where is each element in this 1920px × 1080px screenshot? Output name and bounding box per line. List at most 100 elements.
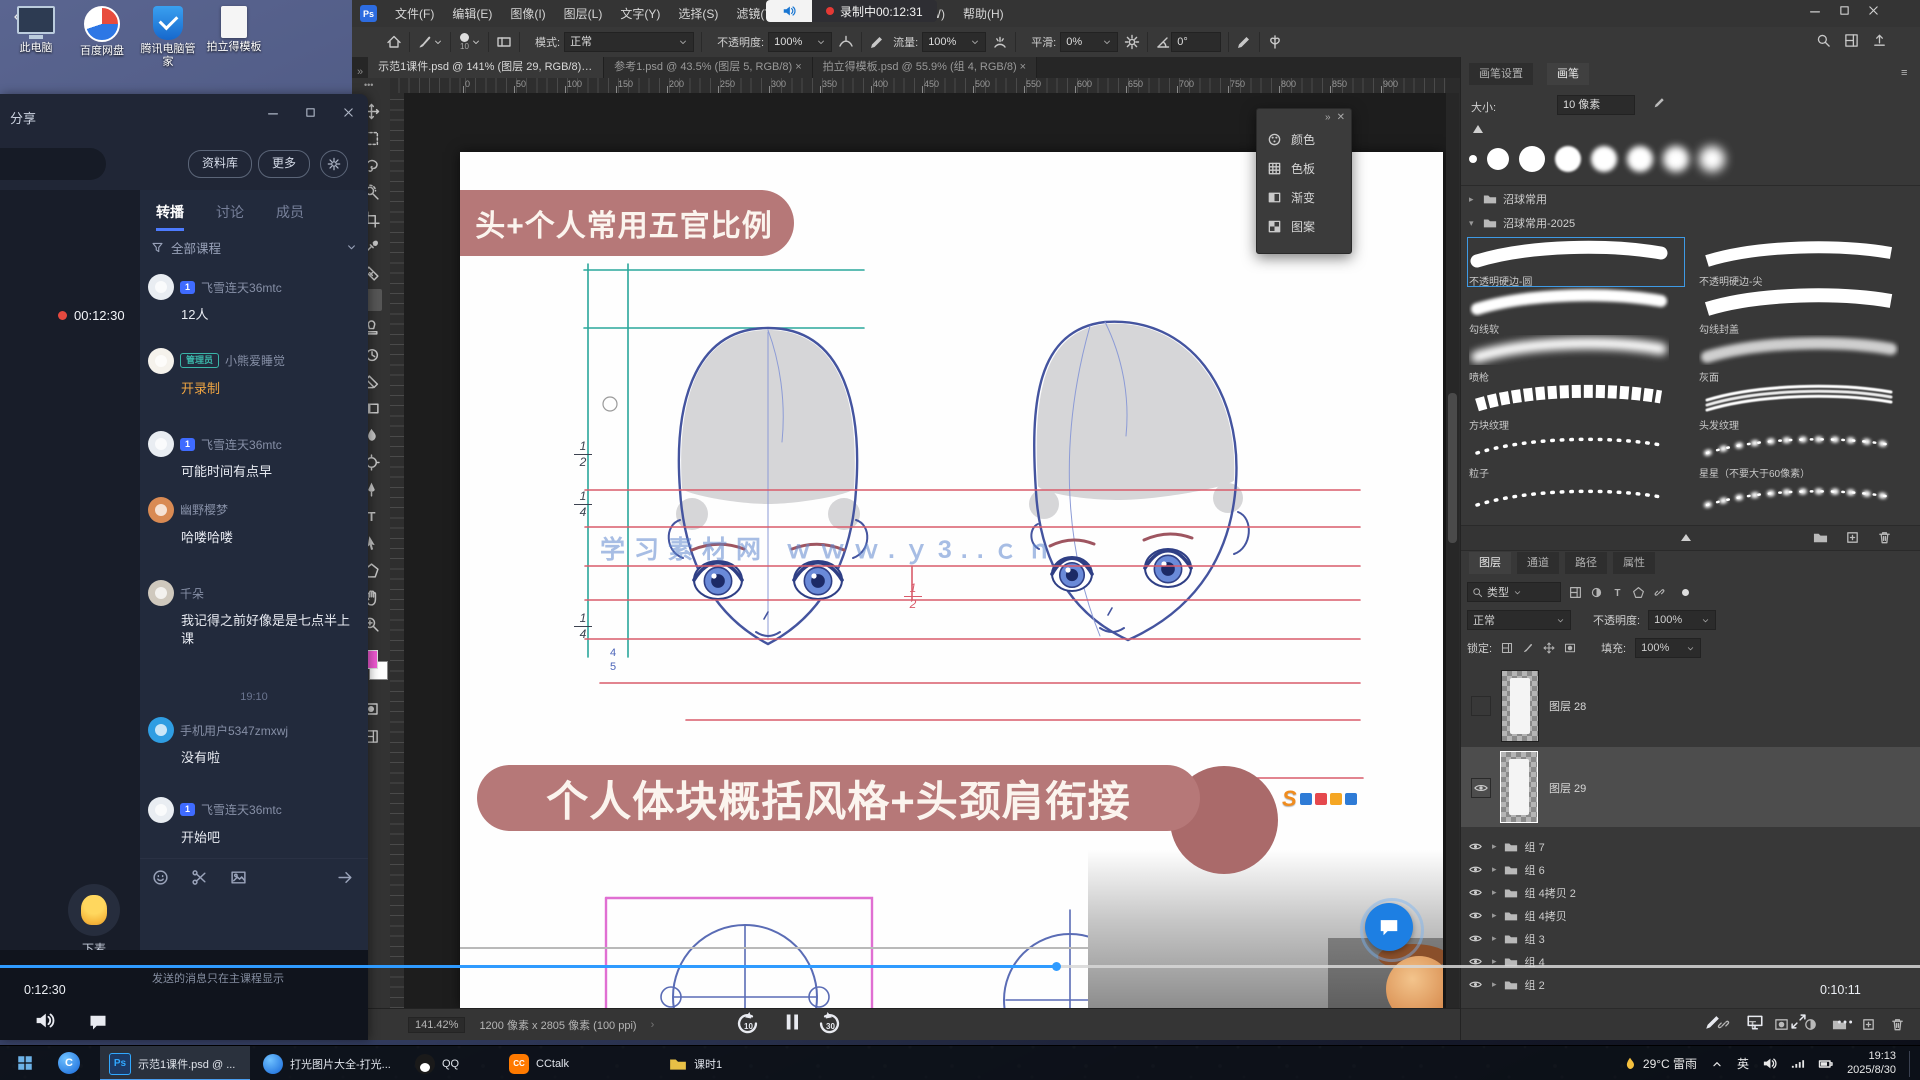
brush-angle-value[interactable]: 0° xyxy=(1171,32,1221,52)
brush-item[interactable]: 勾线封盖 xyxy=(1699,287,1913,333)
chat-toggle-icon[interactable] xyxy=(88,1012,108,1032)
brush-folder[interactable]: ▾沼球常用-2025 xyxy=(1469,215,1575,231)
menu-文件(F)[interactable]: 文件(F) xyxy=(386,1,443,27)
group-arrow-icon[interactable]: ▸ xyxy=(1492,910,1497,921)
group-arrow-icon[interactable]: ▸ xyxy=(1492,933,1497,944)
avatar[interactable] xyxy=(148,580,174,606)
filter-shape-icon[interactable] xyxy=(1632,586,1645,599)
menu-编辑(E)[interactable]: 编辑(E) xyxy=(443,1,501,27)
document-tab[interactable]: 拍立得模板.psd @ 55.9% (组 4, RGB/8) × xyxy=(813,57,1037,78)
smoothing-gear-icon[interactable] xyxy=(1124,34,1140,50)
avatar[interactable] xyxy=(148,274,174,300)
minimize-icon[interactable] xyxy=(1808,4,1822,18)
maximize-icon[interactable] xyxy=(1838,4,1851,18)
layer-filter-dropdown[interactable]: 类型 xyxy=(1467,582,1561,602)
brush-item[interactable]: 不透明硬边-尖 xyxy=(1699,239,1913,285)
network-icon[interactable] xyxy=(1790,1056,1805,1071)
layer-thumbnail[interactable] xyxy=(1501,670,1539,742)
new-layer-icon[interactable] xyxy=(1861,1017,1876,1032)
desktop-icon-this-pc[interactable]: 此电脑 xyxy=(8,6,64,68)
layer-group-row[interactable]: ▸组 3 xyxy=(1469,927,1913,950)
settings-button[interactable] xyxy=(320,150,348,178)
more-button[interactable]: 更多 xyxy=(258,150,310,178)
visibility-toggle[interactable] xyxy=(1471,778,1491,798)
document-tab[interactable]: 示范1课件.psd @ 141% (图层 29, RGB/8) * × xyxy=(368,57,604,78)
weather-widget[interactable]: 29°C 雷雨 xyxy=(1622,1055,1697,1072)
collapse-panel-icon[interactable]: » xyxy=(1325,112,1331,123)
collapse-icon[interactable] xyxy=(1790,1013,1807,1030)
scroll-up-icon[interactable] xyxy=(1681,534,1691,541)
course-filter[interactable]: 全部课程 xyxy=(140,234,368,260)
brush-size-input[interactable]: 10 像素 xyxy=(1557,95,1635,115)
tab-overflow-icon[interactable]: » xyxy=(352,66,368,78)
size-slider-handle[interactable] xyxy=(1473,125,1483,133)
search-icon[interactable] xyxy=(1816,33,1831,48)
clock[interactable]: 19:13 2025/8/30 xyxy=(1847,1050,1896,1078)
brush-item[interactable]: 不透明硬边-圆 xyxy=(1469,239,1683,285)
volume-icon[interactable] xyxy=(34,1010,55,1031)
layer-opacity-dropdown[interactable]: 100% xyxy=(1648,610,1716,630)
brush-item[interactable]: 粒子 xyxy=(1469,431,1683,477)
brush-tip-dot[interactable] xyxy=(1487,148,1509,170)
input-language[interactable]: 英 xyxy=(1737,1055,1749,1072)
layer-row[interactable]: 图层 28 xyxy=(1461,665,1920,745)
brush-item[interactable]: 星星（不要大于60像素） xyxy=(1699,431,1913,477)
avatar[interactable] xyxy=(148,797,174,823)
filter-adjustment-icon[interactable] xyxy=(1590,586,1603,599)
layers-tab-路径[interactable]: 路径 xyxy=(1565,552,1607,574)
chat-tab-成员[interactable]: 成员 xyxy=(276,202,304,228)
battery-icon[interactable] xyxy=(1818,1056,1834,1072)
search-input[interactable] xyxy=(0,148,106,180)
screenshot-scissors-icon[interactable] xyxy=(191,869,208,886)
pause-button[interactable] xyxy=(780,1010,804,1034)
taskbar-item-photoshop[interactable]: Ps示范1课件.psd @ ... xyxy=(100,1046,250,1080)
delete-brush-icon[interactable] xyxy=(1877,530,1892,545)
visibility-toggle[interactable] xyxy=(1469,886,1485,899)
group-arrow-icon[interactable]: ▸ xyxy=(1492,841,1497,852)
volume-icon[interactable] xyxy=(1762,1056,1777,1071)
emoji-icon[interactable] xyxy=(152,869,169,886)
visibility-toggle[interactable] xyxy=(1469,863,1485,876)
workspace-icon[interactable] xyxy=(1844,33,1859,48)
brush-tip-dot[interactable] xyxy=(1519,146,1545,172)
desktop-icon-tencent-pc-manager[interactable]: 腾讯电脑管 家 xyxy=(140,6,196,68)
avatar[interactable] xyxy=(148,497,174,523)
chat-tab-转播[interactable]: 转播 xyxy=(156,202,184,231)
minimize-icon[interactable] xyxy=(266,106,280,120)
send-icon[interactable] xyxy=(337,869,354,886)
brush-preset-icon[interactable] xyxy=(417,34,433,50)
layer-group-row[interactable]: ▸组 4拷贝 2 xyxy=(1469,881,1913,904)
lock-all-icon[interactable] xyxy=(1564,642,1576,654)
visibility-toggle[interactable] xyxy=(1469,909,1485,922)
quark-pinned-icon[interactable]: C xyxy=(58,1052,80,1074)
pip-monitor-icon[interactable] xyxy=(1746,1013,1764,1031)
more-options-icon[interactable] xyxy=(1836,1013,1854,1031)
group-arrow-icon[interactable]: ▸ xyxy=(1492,864,1497,875)
visibility-toggle[interactable] xyxy=(1469,840,1485,853)
visibility-toggle[interactable] xyxy=(1469,932,1485,945)
chat-tab-讨论[interactable]: 讨论 xyxy=(216,202,244,228)
layers-tab-通道[interactable]: 通道 xyxy=(1517,552,1559,574)
size-pressure-icon[interactable] xyxy=(1236,34,1252,50)
edit-brush-icon[interactable] xyxy=(1653,96,1666,109)
group-arrow-icon[interactable]: ▸ xyxy=(1492,887,1497,898)
brush-tip-picker[interactable]: 10 xyxy=(460,33,469,51)
lock-position-icon[interactable] xyxy=(1543,642,1555,654)
lock-paint-icon[interactable] xyxy=(1522,642,1534,654)
toggle-brush-panel-icon[interactable] xyxy=(496,34,512,50)
zoom-level[interactable]: 141.42% xyxy=(408,1017,465,1033)
brush-item[interactable]: 方块纹理 xyxy=(1469,383,1683,429)
filter-smartobject-icon[interactable] xyxy=(1653,586,1666,599)
close-icon[interactable] xyxy=(342,106,355,119)
brush-tip-dot[interactable] xyxy=(1663,146,1689,172)
lock-transparent-icon[interactable] xyxy=(1501,642,1513,654)
player-progress-bar[interactable] xyxy=(0,965,1920,968)
new-brush-icon[interactable] xyxy=(1845,530,1860,545)
chat-message-list[interactable]: 1飞雪连天36mtc12人管理员小熊爱睡觉开录制1飞雪连天36mtc可能时间有点… xyxy=(140,264,368,864)
close-panel-icon[interactable]: ✕ xyxy=(1337,112,1345,123)
close-icon[interactable] xyxy=(1867,4,1880,18)
opacity-pressure-icon[interactable] xyxy=(838,34,854,50)
image-icon[interactable] xyxy=(230,869,247,886)
start-button-icon[interactable] xyxy=(16,1054,34,1072)
visibility-toggle[interactable] xyxy=(1469,978,1485,991)
